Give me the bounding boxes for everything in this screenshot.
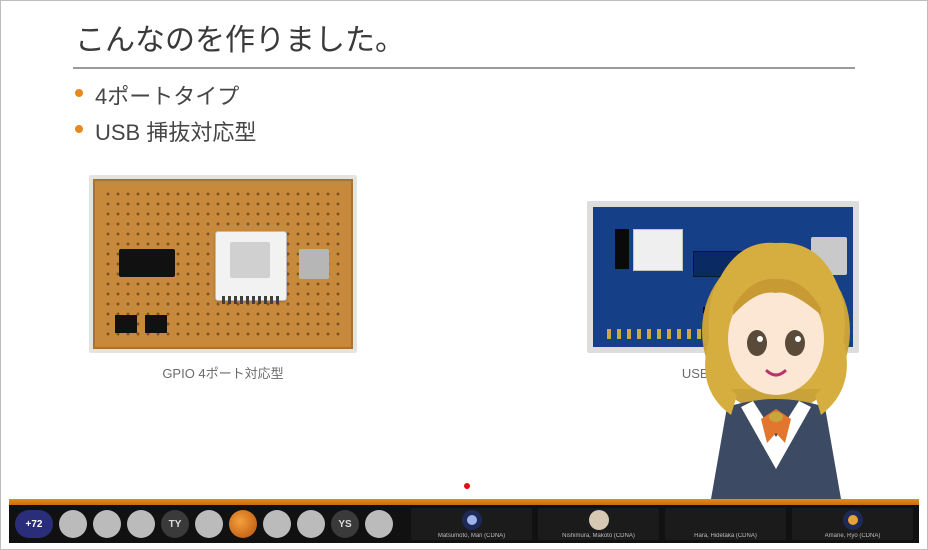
gear-icon	[462, 510, 482, 530]
participant-avatar[interactable]	[195, 510, 223, 538]
participant-avatar[interactable]	[365, 510, 393, 538]
participant-avatar[interactable]	[93, 510, 121, 538]
smd-component	[721, 307, 731, 313]
presentation-slide: こんなのを作りました。 4ポートタイプ USB 挿抜対応型 GPIO 4ポート対…	[9, 9, 919, 501]
participant-avatar[interactable]	[127, 510, 155, 538]
smd-component	[739, 307, 749, 313]
usb-connector	[811, 237, 847, 275]
gpio-board-photo	[89, 175, 357, 353]
recording-indicator-icon	[464, 483, 470, 489]
smd-component	[703, 307, 713, 313]
bullet-list: 4ポートタイプ USB 挿抜対応型	[9, 79, 919, 147]
overflow-count-pill[interactable]: +72	[15, 510, 53, 538]
avatar-icon	[589, 510, 609, 530]
participant-name: Hara, Hidetaka (CDNA)	[694, 533, 757, 540]
pin-header	[115, 315, 137, 333]
participant-tile[interactable]: Nishimura, Makoto (CDNA)	[538, 508, 659, 540]
slide-title: こんなのを作りました。	[9, 9, 919, 61]
figure-gpio: GPIO 4ポート対応型	[89, 175, 357, 382]
usb-connector	[299, 249, 329, 279]
bullet-item: USB 挿抜対応型	[95, 115, 919, 147]
participant-tile[interactable]: Matsumoto, Mari (CDNA)	[411, 508, 532, 540]
participants-bar: +72 TY YS Matsumoto, Mari (CDNA) Nishimu…	[9, 505, 919, 543]
microcontroller-module	[215, 231, 287, 301]
pin-row	[607, 329, 839, 339]
participant-avatar[interactable]	[263, 510, 291, 538]
pin-header	[615, 229, 629, 269]
relay-component	[633, 229, 683, 271]
participant-avatar[interactable]	[59, 510, 87, 538]
avatar-icon	[716, 510, 736, 530]
figure-caption: USB 挿抜対応	[682, 363, 764, 382]
usb-board-photo	[587, 201, 859, 353]
warning-label-icon	[723, 277, 743, 294]
figure-row: GPIO 4ポート対応型 USB 挿抜対応	[9, 151, 919, 382]
participant-tile[interactable]: Amane, Ryo (CDNA)	[792, 508, 913, 540]
participant-tile[interactable]: Hara, Hidetaka (CDNA)	[665, 508, 786, 540]
participant-avatar[interactable]	[229, 510, 257, 538]
participant-name: Matsumoto, Mari (CDNA)	[438, 533, 505, 540]
figure-usb: USB 挿抜対応	[587, 201, 859, 382]
figure-caption: GPIO 4ポート対応型	[162, 363, 283, 382]
participant-name: Nishimura, Makoto (CDNA)	[562, 533, 635, 540]
participant-name: Amane, Ryo (CDNA)	[825, 533, 881, 540]
bullet-item: 4ポートタイプ	[95, 79, 919, 111]
participant-avatar[interactable]	[297, 510, 325, 538]
participant-avatar[interactable]: YS	[331, 510, 359, 538]
participant-avatar[interactable]: TY	[161, 510, 189, 538]
pin-header	[145, 315, 167, 333]
ic-row	[693, 251, 803, 277]
avatar-icon	[843, 510, 863, 530]
app-frame: こんなのを作りました。 4ポートタイプ USB 挿抜対応型 GPIO 4ポート対…	[0, 0, 928, 550]
title-rule	[73, 67, 855, 69]
ic-chip	[119, 249, 175, 277]
